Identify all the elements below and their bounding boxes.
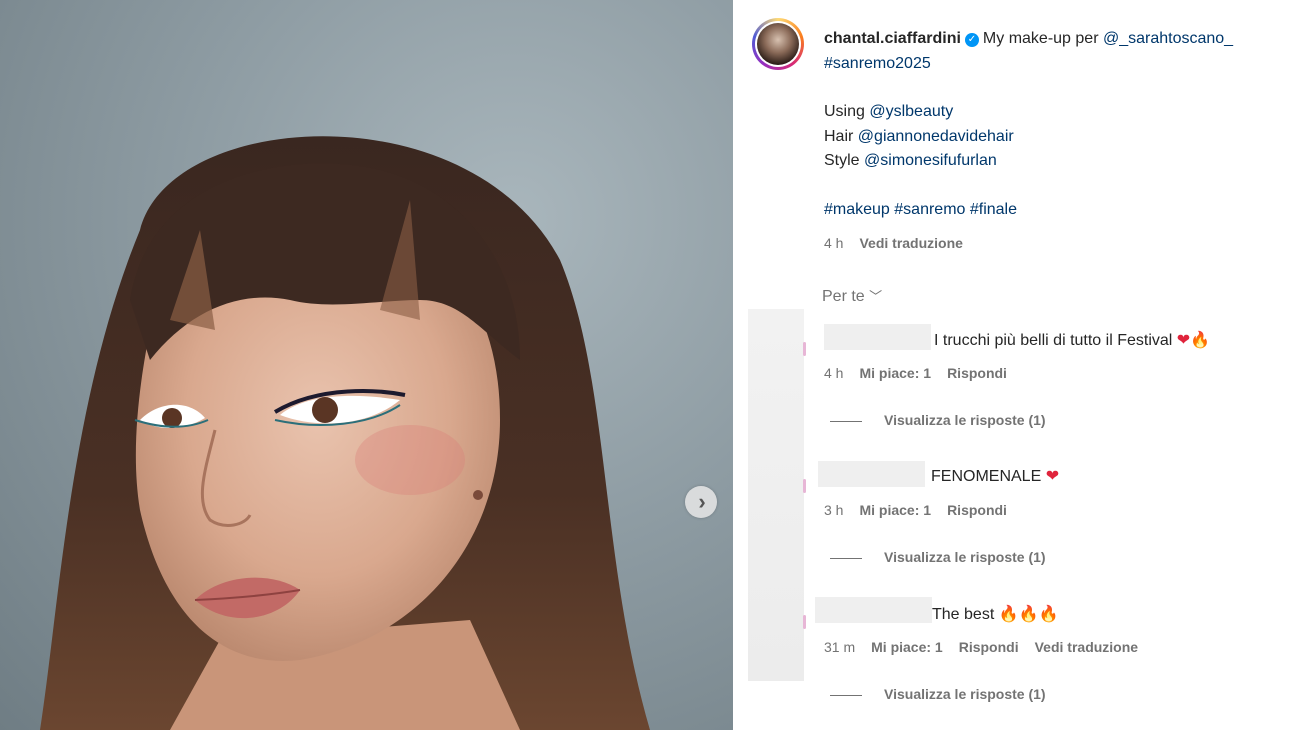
portrait-image xyxy=(40,136,650,730)
verified-badge-icon: ✓ xyxy=(964,33,979,47)
comment-meta: 4 h Mi piace: 1 Rispondi xyxy=(824,365,1007,381)
comment-likes[interactable]: Mi piace: 1 xyxy=(871,639,943,655)
commenter-name-blurred xyxy=(824,324,931,350)
avatar-ring-mark xyxy=(803,479,806,493)
author-avatar[interactable] xyxy=(752,18,804,70)
comment-body: The best xyxy=(932,606,995,623)
commenter-avatars-blurred xyxy=(748,309,804,681)
reply-button[interactable]: Rispondi xyxy=(959,639,1019,655)
chevron-right-icon: › xyxy=(698,489,706,514)
divider-line xyxy=(830,557,862,559)
view-replies-label: Visualizza le risposte (1) xyxy=(884,686,1046,702)
comment-meta: 31 m Mi piace: 1 Rispondi Vedi traduzione xyxy=(824,639,1138,655)
avatar-ring-mark xyxy=(803,615,806,629)
comment-body: I trucchi più belli di tutto il Festival xyxy=(934,332,1173,349)
heart-emoji-icon: ❤ xyxy=(1045,468,1060,485)
see-translation-link[interactable]: Vedi traduzione xyxy=(859,235,962,251)
divider-line xyxy=(830,420,862,422)
style-label: Style xyxy=(824,152,860,169)
caption-time: 4 h xyxy=(824,235,844,251)
avatar-ring-mark xyxy=(803,342,806,356)
view-replies-button[interactable]: Visualizza le risposte (1) xyxy=(830,549,1046,565)
reply-button[interactable]: Rispondi xyxy=(947,502,1007,518)
hashtag-link[interactable]: #sanremo2025 xyxy=(824,55,931,72)
mention-link[interactable]: @giannonedavidehair xyxy=(858,128,1014,145)
view-replies-button[interactable]: Visualizza le risposte (1) xyxy=(830,412,1046,428)
hashtags-link[interactable]: #makeup #sanremo #finale xyxy=(824,201,1017,218)
see-translation-link[interactable]: Vedi traduzione xyxy=(1035,639,1138,655)
comment-likes[interactable]: Mi piace: 1 xyxy=(859,365,931,381)
heart-emoji-icon: ❤ xyxy=(1176,332,1191,349)
author-username[interactable]: chantal.ciaffardini xyxy=(824,30,961,47)
using-label: Using xyxy=(824,103,865,120)
fire-emoji-icon: 🔥 xyxy=(1190,332,1211,349)
view-replies-button[interactable]: Visualizza le risposte (1) xyxy=(830,686,1046,702)
comment-likes[interactable]: Mi piace: 1 xyxy=(859,502,931,518)
commenter-name-blurred xyxy=(818,461,925,487)
comment-time: 4 h xyxy=(824,365,844,381)
commenter-name-blurred xyxy=(815,597,932,623)
comment-text: The best 🔥🔥🔥 xyxy=(932,604,1058,624)
chevron-down-icon: ﹀ xyxy=(869,289,883,304)
divider-line xyxy=(830,694,862,696)
reply-button[interactable]: Rispondi xyxy=(947,365,1007,381)
view-replies-label: Visualizza le risposte (1) xyxy=(884,549,1046,565)
view-replies-label: Visualizza le risposte (1) xyxy=(884,412,1046,428)
mention-link[interactable]: @simonesifufurlan xyxy=(864,152,997,169)
comment-time: 31 m xyxy=(824,639,856,655)
comment-time: 3 h xyxy=(824,502,844,518)
post-photo: › xyxy=(0,0,733,730)
comment-text: FENOMENALE ❤ xyxy=(931,466,1059,486)
sort-dropdown[interactable]: Per te ﹀ xyxy=(822,286,882,306)
comment-text: I trucchi più belli di tutto il Festival… xyxy=(934,330,1210,350)
mention-link[interactable]: @yslbeauty xyxy=(869,103,953,120)
comment-body: FENOMENALE xyxy=(931,468,1042,485)
mention-link[interactable]: @_sarahtoscano_ xyxy=(1103,30,1233,47)
fire-emoji-icon: 🔥🔥🔥 xyxy=(998,606,1059,623)
hair-label: Hair xyxy=(824,127,854,145)
sort-label: Per te xyxy=(822,288,865,305)
caption-meta: 4 h Vedi traduzione xyxy=(824,235,963,251)
post-caption: chantal.ciaffardini ✓ My make-up per @_sar… xyxy=(824,27,1294,222)
caption-intro: My make-up per xyxy=(982,30,1099,47)
comment-meta: 3 h Mi piace: 1 Rispondi xyxy=(824,502,1007,518)
next-image-button[interactable]: › xyxy=(685,486,717,518)
